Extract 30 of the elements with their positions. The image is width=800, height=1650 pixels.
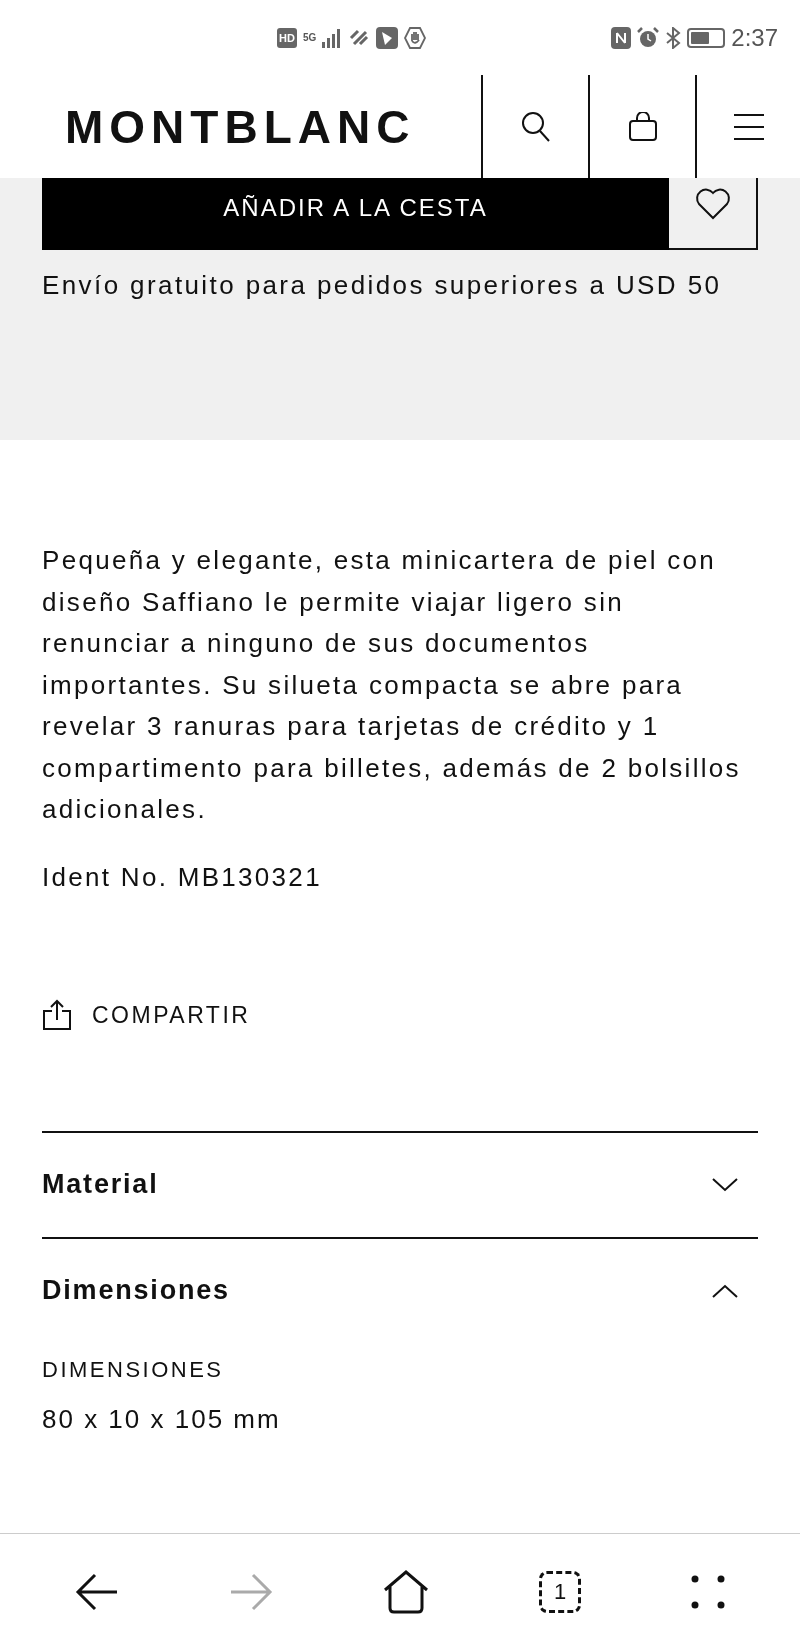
more-options-icon[interactable] — [691, 1575, 725, 1609]
search-icon — [520, 110, 551, 143]
chevron-down-icon — [712, 1177, 738, 1192]
app-icon — [376, 26, 399, 49]
bag-icon — [627, 111, 658, 142]
hd-icon: HD — [277, 27, 297, 48]
menu-icon — [733, 112, 764, 141]
accordion-header[interactable]: Material — [42, 1132, 758, 1237]
alarm-icon — [637, 26, 660, 49]
bluetooth-icon — [665, 26, 682, 49]
back-arrow-icon[interactable] — [75, 1572, 119, 1612]
chevron-up-icon — [712, 1283, 738, 1298]
share-icon — [42, 999, 72, 1032]
share-button[interactable]: COMPARTIR — [42, 998, 251, 1033]
nfc-icon — [611, 26, 632, 49]
add-to-cart-button[interactable]: AÑADIR A LA CESTA — [42, 178, 669, 250]
home-icon[interactable] — [383, 1570, 429, 1614]
clock-time: 2:37 — [731, 22, 778, 53]
ident-number: Ident No. MB130321 — [42, 860, 323, 894]
tabs-button[interactable]: 1 — [539, 1571, 581, 1613]
shipping-note: Envío gratuito para pedidos superiores a USD 50 — [42, 269, 723, 302]
brand-logo[interactable]: MONTBLANC — [65, 103, 416, 150]
wishlist-button[interactable] — [669, 178, 758, 250]
field-label: DIMENSIONES — [42, 1355, 225, 1384]
product-description: Pequeña y elegante, esta minicartera de piel con diseño Saffiano le permite viajar ligero sin renunciar a ninguno de sus documentos importantes. Su silueta compacta se abre para revelar 3 ranuras para tarjetas de crédito y 1 compartimento para billetes, además de 2 bolsillos adicionales. — [42, 544, 742, 826]
network-type-label: 5G — [302, 32, 317, 43]
field-value: 80 x 10 x 105 mm — [42, 1402, 282, 1436]
battery-icon — [687, 27, 726, 48]
accordion-header[interactable]: Dimensiones — [42, 1238, 758, 1343]
signal-icon — [322, 27, 343, 48]
